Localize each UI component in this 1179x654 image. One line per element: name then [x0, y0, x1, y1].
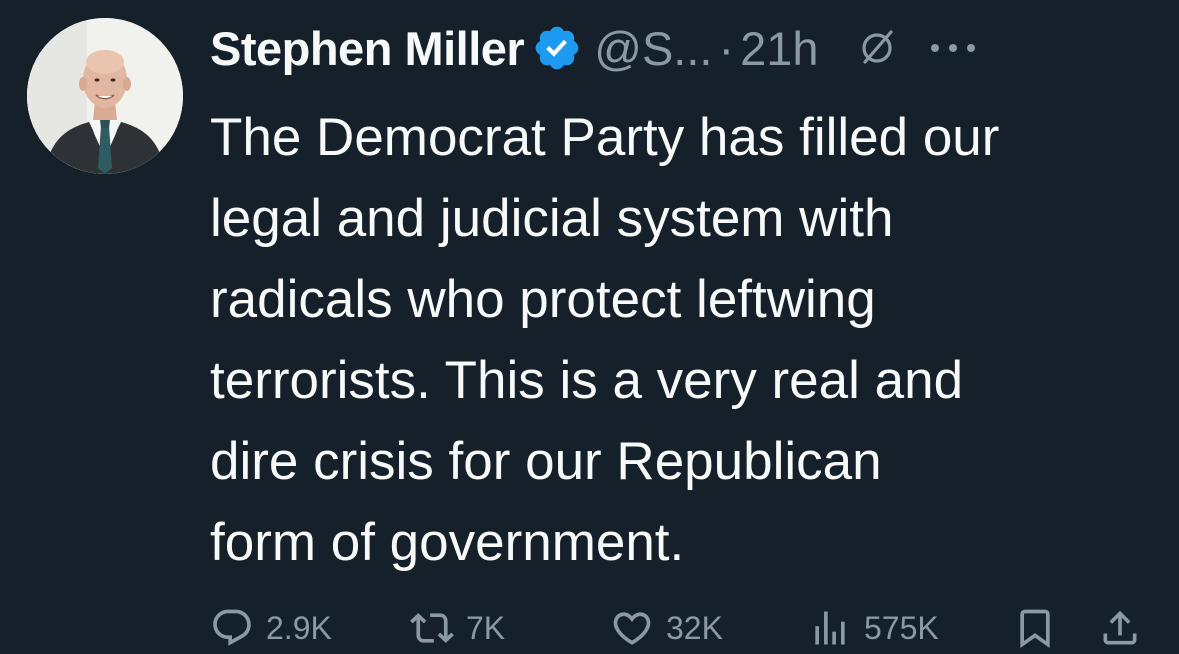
repost-button[interactable]: 7K	[410, 606, 505, 650]
tweet-text-line: form of government.	[210, 513, 685, 572]
more-dot	[948, 44, 957, 52]
views-button[interactable]: 575K	[808, 606, 939, 650]
tweet-card[interactable]: Stephen Miller @S... · 21h The Democrat …	[0, 0, 1179, 654]
author-display-name[interactable]: Stephen Miller	[210, 21, 525, 76]
tweet-header: Stephen Miller @S... · 21h	[210, 16, 975, 80]
reply-icon	[213, 609, 251, 646]
tweet-text-line: The Democrat Party has filled our	[210, 108, 1000, 167]
bookmark-icon	[1020, 609, 1050, 649]
tweet-timestamp[interactable]: 21h	[740, 21, 818, 76]
views-chart-icon	[815, 611, 845, 645]
grok-icon[interactable]	[857, 28, 897, 68]
avatar-photo	[27, 18, 183, 174]
author-avatar[interactable]	[27, 18, 183, 174]
views-count: 575K	[864, 609, 939, 646]
repost-count: 7K	[466, 609, 506, 646]
share-icon	[1103, 610, 1137, 645]
tweet-text-line: terrorists. This is a very real and	[210, 351, 964, 410]
verified-badge-icon[interactable]	[532, 23, 582, 73]
reply-count: 2.9K	[266, 609, 332, 646]
tweet-action-bar: 2.9K 7K 32K 575K	[210, 600, 1155, 654]
repost-icon	[410, 613, 454, 643]
tweet-text: The Democrat Party has filled our legal …	[210, 97, 1160, 583]
like-count: 32K	[666, 609, 723, 646]
bookmark-button[interactable]	[1013, 606, 1057, 650]
tweet-text-line: legal and judicial system with	[210, 189, 894, 248]
heart-icon	[613, 612, 651, 645]
more-icon[interactable]	[930, 42, 975, 54]
share-button[interactable]	[1098, 606, 1142, 650]
more-dot	[966, 44, 975, 52]
more-dot	[930, 44, 939, 52]
tweet-text-line: dire crisis for our Republican	[210, 432, 882, 491]
author-handle[interactable]: @S...	[594, 21, 712, 76]
like-button[interactable]: 32K	[610, 606, 723, 650]
tweet-text-line: radicals who protect leftwing	[210, 270, 876, 329]
reply-button[interactable]: 2.9K	[210, 606, 332, 650]
header-separator: ·	[718, 21, 735, 75]
